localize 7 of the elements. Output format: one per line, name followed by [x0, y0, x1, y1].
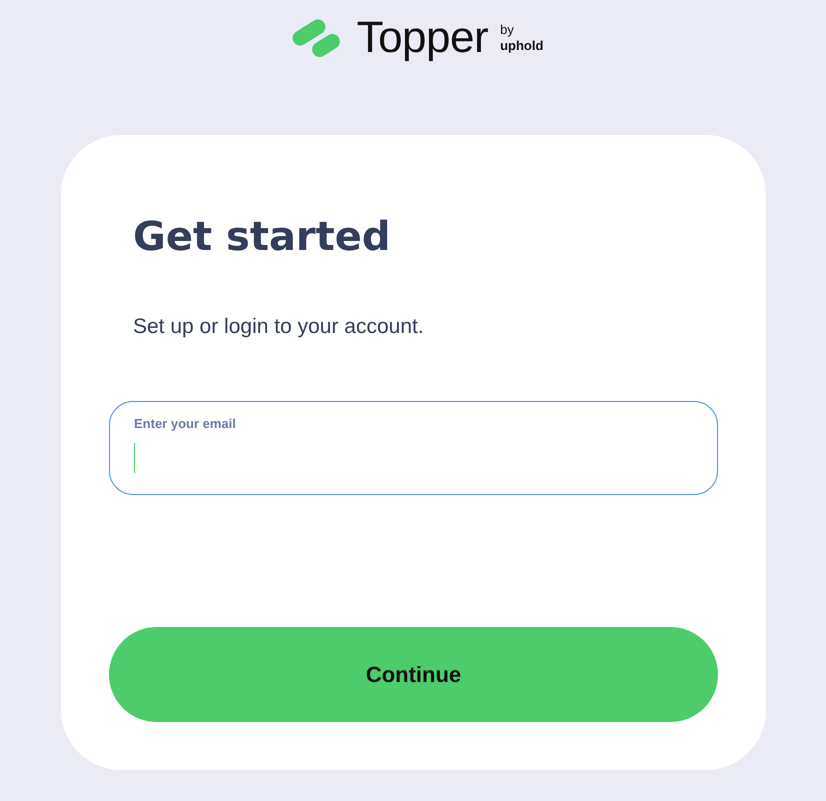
by-text: by: [500, 22, 515, 38]
parent-brand: uphold: [500, 38, 544, 54]
card-subtitle: Set up or login to your account.: [133, 315, 425, 339]
continue-button[interactable]: Continue: [109, 627, 718, 722]
brand-name: Topper: [356, 13, 488, 63]
email-field[interactable]: Enter your email: [109, 401, 718, 495]
card-title: Get started: [133, 213, 392, 262]
